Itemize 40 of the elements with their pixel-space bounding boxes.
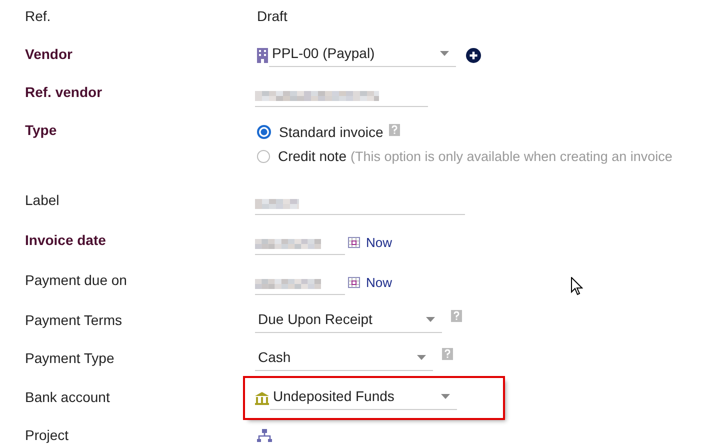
building-icon bbox=[257, 48, 268, 63]
radio-button[interactable] bbox=[257, 125, 271, 139]
field-label: Payment Terms bbox=[24, 312, 123, 329]
ref-value: Draft bbox=[257, 7, 288, 26]
redacted-value bbox=[255, 199, 299, 209]
option-label: Credit note bbox=[278, 148, 346, 164]
caret-icon bbox=[417, 354, 426, 360]
caret-icon bbox=[426, 316, 435, 322]
caret-icon bbox=[441, 394, 450, 398]
field-label: Vendor bbox=[24, 46, 74, 63]
dropdown[interactable]: Cash bbox=[255, 348, 433, 371]
add-icon[interactable] bbox=[466, 48, 481, 63]
mouse-pointer-icon bbox=[571, 277, 583, 296]
dropdown[interactable]: Due Upon Receipt bbox=[255, 310, 442, 333]
field-label: Label bbox=[24, 192, 60, 209]
redacted-value bbox=[255, 239, 321, 249]
help-icon[interactable] bbox=[442, 348, 453, 360]
now-link[interactable]: Now bbox=[348, 235, 392, 250]
caret-icon bbox=[440, 50, 449, 56]
option-note: (This option is only available when creating an invoice bbox=[350, 148, 672, 164]
calendar-icon bbox=[348, 277, 360, 288]
field-label: Type bbox=[24, 122, 58, 139]
radio-button[interactable] bbox=[257, 150, 270, 162]
redacted-value bbox=[255, 279, 321, 289]
option-label: Standard invoice bbox=[279, 124, 384, 140]
field-label: Ref. vendor bbox=[24, 84, 104, 101]
field-label: Ref. bbox=[24, 8, 52, 25]
help-icon[interactable] bbox=[389, 124, 400, 136]
dropdown[interactable]: PPL-00 (Paypal) bbox=[269, 44, 456, 67]
bank-icon bbox=[255, 392, 269, 405]
hierarchy-icon bbox=[257, 429, 272, 442]
field-label: Bank account bbox=[24, 389, 111, 406]
help-icon[interactable] bbox=[451, 310, 462, 322]
field-label: Project bbox=[24, 427, 70, 444]
now-link[interactable]: Now bbox=[348, 275, 392, 290]
calendar-icon bbox=[348, 237, 360, 248]
field-label: Payment Type bbox=[24, 350, 116, 367]
field-label: Invoice date bbox=[24, 232, 107, 249]
field-label: Payment due on bbox=[24, 272, 128, 289]
dropdown[interactable]: Undeposited Funds bbox=[270, 387, 457, 410]
